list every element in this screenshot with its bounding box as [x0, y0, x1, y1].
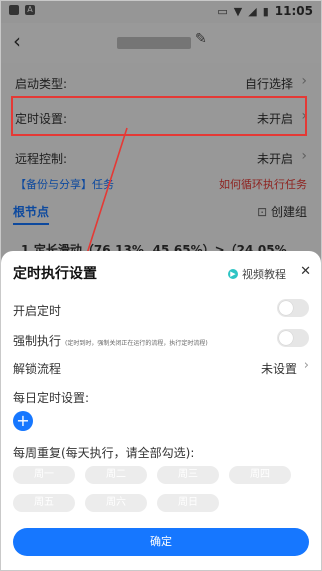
- video-tutorial-link[interactable]: ▶ 视频教程: [228, 266, 286, 282]
- weekly-label-row: 每周重复(每天执行，请全部勾选):: [13, 446, 195, 460]
- sheet-title: 定时执行设置: [13, 266, 97, 282]
- day-wed[interactable]: 周三: [157, 466, 219, 484]
- day-fri[interactable]: 周五: [13, 494, 75, 512]
- confirm-button[interactable]: 确定: [13, 528, 309, 556]
- add-time-button[interactable]: +: [13, 411, 33, 431]
- day-sun[interactable]: 周日: [157, 494, 219, 512]
- day-mon[interactable]: 周一: [13, 466, 75, 484]
- weekday-row-1: 周一 周二 周三 周四: [13, 466, 313, 484]
- daily-timer-label-row: 每日定时设置:: [13, 391, 90, 405]
- weekday-row-2: 周五 周六 周日: [13, 494, 313, 512]
- timer-highlight-box: [11, 96, 307, 136]
- force-run-row: 强制执行 (定时到时，强制关闭正在运行的流程，执行定时流程): [13, 329, 309, 351]
- phone-screen: A ▭ ▼ ◢ ▮ 11:05 ‹ ✎ 启动类型: 自行选择 › 定时设置: 未…: [0, 0, 322, 571]
- day-tue[interactable]: 周二: [85, 466, 147, 484]
- close-icon[interactable]: ✕: [300, 264, 311, 279]
- play-icon: ▶: [228, 269, 238, 279]
- enable-timer-toggle[interactable]: [277, 299, 309, 317]
- day-sat[interactable]: 周六: [85, 494, 147, 512]
- enable-timer-row: 开启定时: [13, 299, 309, 321]
- force-run-toggle[interactable]: [277, 329, 309, 347]
- day-thu[interactable]: 周四: [229, 466, 291, 484]
- unlock-flow-row[interactable]: 解锁流程 未设置 ›: [13, 357, 309, 379]
- timer-settings-sheet: 定时执行设置 ▶ 视频教程 ✕ 开启定时 强制执行 (定时到时，强制关闭正在运行的…: [1, 251, 321, 570]
- chevron-right-icon: ›: [303, 358, 309, 373]
